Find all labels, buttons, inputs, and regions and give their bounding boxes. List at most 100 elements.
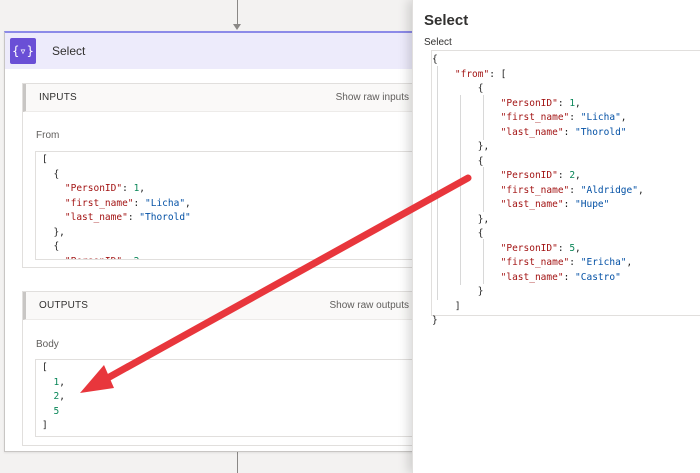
json-key: "first_name" bbox=[500, 257, 570, 268]
code-line: { bbox=[432, 155, 700, 170]
json-punct: } bbox=[432, 315, 438, 326]
indent-guide bbox=[460, 95, 461, 285]
code-line: 5 bbox=[42, 405, 422, 420]
json-key: "PersonID" bbox=[64, 183, 123, 194]
json-punct: { bbox=[432, 155, 484, 167]
json-punct bbox=[432, 98, 501, 109]
json-punct bbox=[432, 243, 501, 254]
json-punct bbox=[432, 127, 501, 138]
json-punct: , bbox=[626, 257, 633, 268]
json-punct bbox=[432, 257, 501, 268]
code-line: "first_name": "Licha", bbox=[432, 111, 700, 126]
code-line: }, bbox=[432, 213, 700, 228]
json-punct bbox=[42, 183, 65, 194]
indent-guide bbox=[483, 95, 484, 140]
json-punct bbox=[42, 406, 53, 417]
json-punct: , bbox=[139, 256, 145, 260]
code-line: [ bbox=[42, 153, 422, 168]
indent-guide bbox=[483, 239, 484, 284]
from-json-viewer[interactable]: [ { "PersonID": 1, "first_name": "Licha"… bbox=[35, 151, 423, 260]
action-title: Select bbox=[52, 44, 86, 58]
json-key: "from" bbox=[454, 68, 490, 80]
json-punct bbox=[432, 185, 501, 196]
json-string: "Ericha" bbox=[580, 257, 627, 268]
json-key: "PersonID" bbox=[500, 242, 558, 254]
show-raw-inputs-link[interactable]: Show raw inputs bbox=[336, 92, 409, 103]
json-punct: , bbox=[620, 112, 627, 123]
outputs-section-header: OUTPUTS Show raw outputs bbox=[23, 292, 421, 320]
code-line: 2, bbox=[42, 390, 422, 405]
json-punct bbox=[42, 391, 53, 402]
json-punct: , bbox=[59, 376, 65, 388]
json-key: "PersonID" bbox=[500, 97, 558, 109]
code-line: ] bbox=[432, 300, 700, 315]
json-punct: , bbox=[575, 170, 581, 181]
action-card-header[interactable]: {▿} Select bbox=[5, 33, 423, 69]
outputs-heading: OUTPUTS bbox=[39, 300, 89, 311]
select-action-card[interactable]: {▿} Select INPUTS Show raw inputs From [… bbox=[4, 31, 424, 452]
data-operation-icon: {▿} bbox=[10, 38, 36, 64]
code-line: { bbox=[42, 168, 422, 183]
body-json-viewer[interactable]: [ 1, 2, 5] bbox=[35, 359, 423, 437]
json-punct: { bbox=[42, 241, 60, 252]
outputs-section: OUTPUTS Show raw outputs Body [ 1, 2, 5] bbox=[22, 291, 423, 446]
json-punct bbox=[432, 199, 501, 210]
json-punct: , bbox=[59, 391, 65, 402]
code-line: "first_name": "Licha", bbox=[42, 197, 422, 212]
json-punct: ] bbox=[42, 420, 48, 431]
code-line: "PersonID": 1, bbox=[42, 182, 422, 197]
code-line: "last_name": "Castro" bbox=[432, 271, 700, 286]
code-line: }, bbox=[42, 226, 422, 241]
code-line: } bbox=[432, 314, 700, 329]
flow-connector-line bbox=[237, 0, 238, 26]
flow-connector-line bbox=[237, 452, 238, 473]
inputs-section: INPUTS Show raw inputs From [ { "PersonI… bbox=[22, 83, 423, 268]
code-line: "first_name": "Ericha", bbox=[432, 256, 700, 271]
code-line: "PersonID": 5, bbox=[432, 242, 700, 257]
json-punct: { bbox=[42, 168, 60, 180]
inputs-heading: INPUTS bbox=[39, 92, 77, 103]
json-punct: { bbox=[432, 83, 484, 94]
code-line: { bbox=[42, 240, 422, 255]
json-punct bbox=[432, 170, 501, 181]
json-string: "Hupe" bbox=[575, 199, 610, 210]
code-line: 1, bbox=[42, 376, 422, 391]
json-key: "last_name" bbox=[500, 126, 564, 138]
json-string: "Aldridge" bbox=[580, 184, 638, 196]
code-line: "last_name": "Thorold" bbox=[432, 126, 700, 141]
body-field-label: Body bbox=[36, 339, 59, 350]
from-json-code: [ { "PersonID": 1, "first_name": "Licha"… bbox=[36, 152, 422, 260]
json-punct bbox=[432, 112, 501, 123]
code-line: }, bbox=[432, 140, 700, 155]
json-punct bbox=[42, 212, 65, 223]
code-line: } bbox=[432, 285, 700, 300]
code-line: "from": [ bbox=[432, 68, 700, 83]
show-raw-outputs-link[interactable]: Show raw outputs bbox=[330, 300, 410, 311]
from-field-label: From bbox=[36, 130, 60, 141]
panel-json-code: { "from": [ { "PersonID": 1, "first_name… bbox=[432, 51, 700, 329]
json-string: "Thorold" bbox=[139, 212, 191, 223]
json-string: "Castro" bbox=[575, 271, 621, 283]
peek-code-panel: Select Select { "from": [ { "PersonID": … bbox=[412, 0, 700, 473]
json-key: "last_name" bbox=[500, 271, 564, 283]
json-punct bbox=[432, 69, 455, 80]
panel-subtitle: Select bbox=[424, 37, 452, 48]
json-punct: , bbox=[575, 242, 581, 254]
json-string: "Licha" bbox=[145, 197, 186, 209]
code-line: "last_name": "Thorold" bbox=[42, 211, 422, 226]
json-key: "first_name" bbox=[500, 112, 570, 123]
code-line: { bbox=[432, 82, 700, 97]
json-punct bbox=[42, 377, 53, 388]
indent-guide bbox=[437, 66, 438, 300]
json-punct: } bbox=[432, 286, 484, 297]
json-key: "last_name" bbox=[500, 199, 564, 210]
json-punct: { bbox=[432, 54, 438, 65]
code-line: { bbox=[432, 227, 700, 242]
panel-json-viewer[interactable]: { "from": [ { "PersonID": 1, "first_name… bbox=[431, 50, 700, 326]
json-punct: , bbox=[637, 184, 644, 196]
json-key: "first_name" bbox=[64, 197, 134, 209]
flow-designer-canvas: {▿} Select INPUTS Show raw inputs From [… bbox=[0, 0, 700, 473]
json-punct: [ bbox=[42, 362, 48, 373]
json-punct: , bbox=[139, 183, 146, 194]
json-punct: { bbox=[432, 228, 484, 239]
